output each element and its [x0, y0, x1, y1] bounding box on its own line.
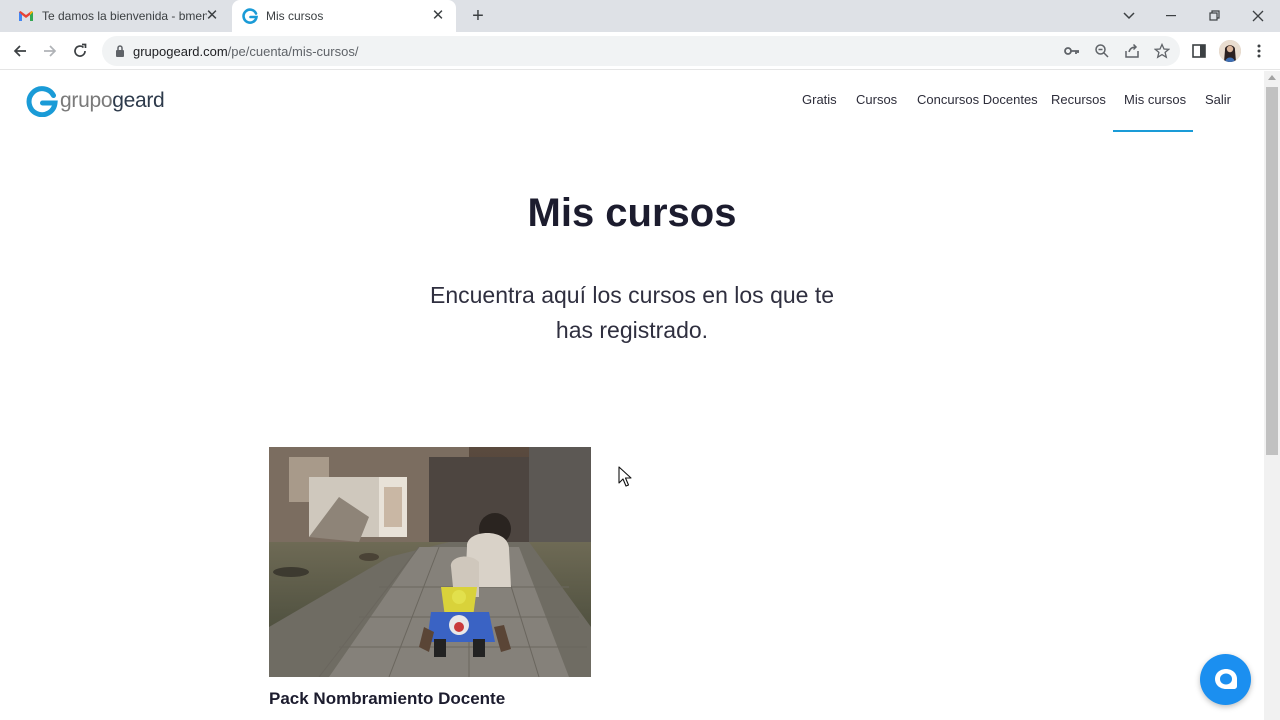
- avatar[interactable]: [1219, 40, 1241, 62]
- reload-icon[interactable]: [68, 39, 92, 63]
- web-page: grupogeard Gratis Cursos Concursos Docen…: [0, 71, 1264, 720]
- browser-tab-strip: Te damos la bienvenida - bmend ✕ Mis cur…: [0, 0, 1280, 32]
- course-card[interactable]: Pack Nombramiento Docente: [269, 447, 591, 709]
- share-icon[interactable]: [1122, 41, 1142, 61]
- close-icon[interactable]: ✕: [204, 8, 220, 24]
- scroll-up-arrow-icon[interactable]: [1268, 75, 1276, 80]
- minimize-icon[interactable]: [1160, 4, 1184, 28]
- nav-item-salir[interactable]: Salir: [1205, 92, 1231, 107]
- gmail-icon: [18, 8, 34, 24]
- star-icon[interactable]: [1152, 41, 1172, 61]
- nav-item-mis-cursos[interactable]: Mis cursos: [1124, 92, 1186, 107]
- tab-search-chevron-icon[interactable]: [1117, 4, 1141, 28]
- forward-arrow-icon[interactable]: [38, 39, 62, 63]
- grupogeard-icon: [242, 8, 258, 24]
- chat-button[interactable]: [1200, 654, 1251, 705]
- lock-icon[interactable]: [114, 44, 126, 58]
- url-text: grupogeard.com/pe/cuenta/mis-cursos/: [133, 44, 358, 59]
- page-scrollbar[interactable]: [1264, 71, 1280, 720]
- nav-item-recursos[interactable]: Recursos: [1051, 92, 1106, 107]
- nav-item-concursos-docentes[interactable]: Concursos Docentes: [917, 92, 1038, 107]
- zoom-icon[interactable]: [1092, 41, 1112, 61]
- tab-title: Te damos la bienvenida - bmend: [42, 9, 207, 23]
- page-subtitle: Encuentra aquí los cursos en los que te …: [429, 282, 835, 343]
- browser-toolbar: grupogeard.com/pe/cuenta/mis-cursos/: [0, 32, 1280, 70]
- address-bar[interactable]: grupogeard.com/pe/cuenta/mis-cursos/: [102, 36, 1180, 66]
- browser-tab-mis-cursos[interactable]: Mis cursos ✕: [232, 0, 456, 32]
- course-thumbnail-image[interactable]: [269, 447, 591, 677]
- course-title[interactable]: Pack Nombramiento Docente: [269, 689, 591, 709]
- active-nav-indicator: [1113, 130, 1193, 132]
- page-title: Mis cursos: [527, 191, 737, 235]
- browser-tab-gmail[interactable]: Te damos la bienvenida - bmend ✕: [8, 0, 230, 32]
- restore-icon[interactable]: [1203, 4, 1227, 28]
- scroll-thumb[interactable]: [1266, 87, 1278, 455]
- chat-bubble-icon: [1214, 668, 1237, 689]
- nav-item-cursos[interactable]: Cursos: [856, 92, 897, 107]
- side-panel-icon[interactable]: [1187, 39, 1211, 63]
- back-arrow-icon[interactable]: [8, 39, 32, 63]
- new-tab-button[interactable]: +: [466, 4, 490, 28]
- mouse-cursor-icon: [618, 466, 632, 487]
- more-menu-icon[interactable]: [1247, 39, 1271, 63]
- key-icon[interactable]: [1062, 41, 1082, 61]
- close-window-icon[interactable]: [1246, 4, 1270, 28]
- nav-item-gratis[interactable]: Gratis: [802, 92, 837, 107]
- main-navigation: Gratis Cursos Concursos Docentes Recurso…: [0, 92, 1264, 112]
- url-path: /pe/cuenta/mis-cursos/: [227, 44, 359, 59]
- url-host: grupogeard.com: [133, 44, 228, 59]
- tab-title: Mis cursos: [266, 9, 324, 23]
- close-icon[interactable]: ✕: [430, 8, 446, 24]
